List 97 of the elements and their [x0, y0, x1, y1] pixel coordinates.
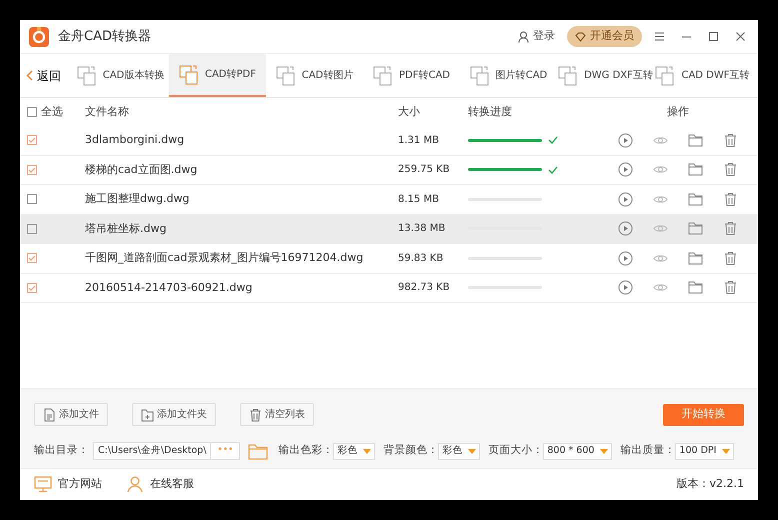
file-size: 1.31 MB — [398, 134, 439, 146]
trash-icon — [249, 408, 262, 422]
user-icon — [518, 30, 529, 42]
file-size: 13.38 MB — [398, 223, 446, 234]
menu-icon[interactable] — [654, 31, 665, 42]
file-convert-icon — [276, 66, 296, 86]
play-icon[interactable] — [618, 221, 633, 236]
play-icon[interactable] — [618, 162, 633, 178]
trash-icon[interactable] — [723, 280, 738, 296]
footer-link[interactable]: 官方网站 — [34, 476, 102, 493]
clear-list-button[interactable]: 清空列表 — [240, 403, 314, 426]
play-icon[interactable] — [618, 132, 633, 148]
dropdown[interactable]: 彩色 — [438, 442, 480, 460]
file-name: 千图网_道路剖面cad景观素材_图片编号16971204.dwg — [85, 251, 364, 264]
play-icon[interactable] — [618, 280, 633, 296]
checkbox[interactable] — [27, 164, 37, 175]
file-name: 施工图整理dwg.dwg — [85, 192, 190, 205]
tab[interactable]: PDF转CAD — [363, 54, 460, 97]
login-link[interactable]: 登录 — [514, 28, 559, 45]
vip-button[interactable]: 开通会员 — [567, 26, 642, 47]
select-all-label: 全选 — [41, 104, 63, 120]
tab[interactable]: CAD转图片 — [266, 54, 363, 97]
file-name: 楼梯的cad立面图.dwg — [85, 162, 198, 176]
option-label: 输出色彩： — [278, 443, 334, 458]
folder-add-icon — [141, 408, 154, 422]
tab[interactable]: CAD版本转换 — [72, 54, 169, 97]
footer-link[interactable]: 在线客服 — [126, 476, 194, 493]
output-dir-field[interactable]: C:\Users\金舟\Desktop\ ••• — [93, 442, 240, 460]
trash-icon[interactable] — [723, 162, 738, 178]
tab[interactable]: DWG DXF互转 — [557, 54, 654, 97]
version-label: 版本：v2.2.1 — [676, 476, 744, 492]
file-convert-icon — [655, 66, 676, 86]
output-dir-label: 输出目录： — [34, 443, 89, 458]
tab[interactable]: CAD DWF互转 — [654, 54, 751, 97]
column-header: 转换进度 — [468, 104, 512, 120]
file-name: 20160514-214703-60921.dwg — [85, 280, 252, 294]
check-icon — [28, 284, 36, 292]
file-name: 3dlamborgini.dwg — [85, 133, 184, 146]
option-label: 输出质量： — [620, 443, 676, 458]
option-label: 页面大小： — [488, 443, 544, 458]
tab[interactable]: 图片转CAD — [460, 54, 557, 97]
check-icon — [28, 166, 36, 174]
folder-icon[interactable] — [688, 132, 703, 148]
back-button[interactable]: 返回 — [20, 54, 72, 97]
trash-icon[interactable] — [723, 192, 738, 207]
caret-down-icon — [600, 448, 608, 454]
person-icon — [126, 476, 144, 493]
diamond-icon — [575, 32, 586, 42]
trash-icon[interactable] — [723, 250, 738, 266]
tab[interactable]: CAD转PDF — [169, 54, 266, 97]
close-icon[interactable] — [735, 31, 746, 42]
trash-icon[interactable] — [723, 132, 738, 148]
file-size: 59.83 KB — [398, 252, 444, 264]
caret-down-icon — [363, 448, 372, 454]
file-size: 259.75 KB — [398, 164, 450, 176]
add-file-button[interactable]: 添加文件 — [34, 403, 108, 426]
column-header: 文件名称 — [85, 104, 129, 118]
dropdown[interactable]: 彩色 — [333, 442, 376, 460]
file-convert-icon — [470, 66, 490, 86]
checkbox[interactable] — [27, 194, 37, 204]
checkbox[interactable] — [27, 282, 37, 293]
file-convert-icon — [558, 66, 578, 86]
checkbox[interactable] — [27, 253, 37, 264]
play-icon[interactable] — [618, 192, 633, 207]
column-header: 操作 — [667, 104, 689, 120]
option-label: 背景颜色： — [383, 443, 438, 458]
maximize-icon[interactable] — [708, 31, 719, 42]
folder-icon[interactable] — [688, 250, 703, 266]
folder-icon[interactable] — [688, 192, 703, 207]
window-title: 金舟CAD转换器 — [58, 28, 151, 46]
file-size: 982.73 KB — [398, 282, 450, 294]
checkbox[interactable] — [27, 135, 37, 146]
dropdown[interactable]: 800 * 600 — [543, 442, 612, 460]
file-convert-icon — [76, 66, 97, 86]
monitor-icon — [34, 476, 52, 493]
checkbox[interactable] — [27, 107, 37, 117]
add-folder-button[interactable]: 添加文件夹 — [132, 403, 216, 426]
file-name: 塔吊桩坐标.dwg — [85, 222, 166, 234]
check-icon — [28, 136, 36, 144]
check-icon — [28, 254, 36, 262]
folder-icon[interactable] — [688, 162, 703, 178]
chevron-left-icon — [26, 70, 33, 81]
file-convert-icon — [372, 66, 393, 86]
file-size: 8.15 MB — [398, 194, 439, 205]
play-icon[interactable] — [618, 250, 633, 266]
file-icon — [43, 408, 56, 422]
folder-icon[interactable] — [248, 442, 268, 460]
caret-down-icon — [722, 448, 730, 454]
checkbox[interactable] — [27, 224, 37, 234]
trash-icon[interactable] — [723, 221, 738, 236]
caret-down-icon — [468, 448, 476, 454]
folder-icon[interactable] — [688, 221, 703, 236]
column-header: 大小 — [398, 104, 420, 118]
folder-icon[interactable] — [688, 280, 703, 296]
app-logo-icon — [28, 26, 50, 48]
dropdown[interactable]: 100 DPI — [675, 442, 734, 460]
file-convert-icon — [178, 64, 199, 84]
